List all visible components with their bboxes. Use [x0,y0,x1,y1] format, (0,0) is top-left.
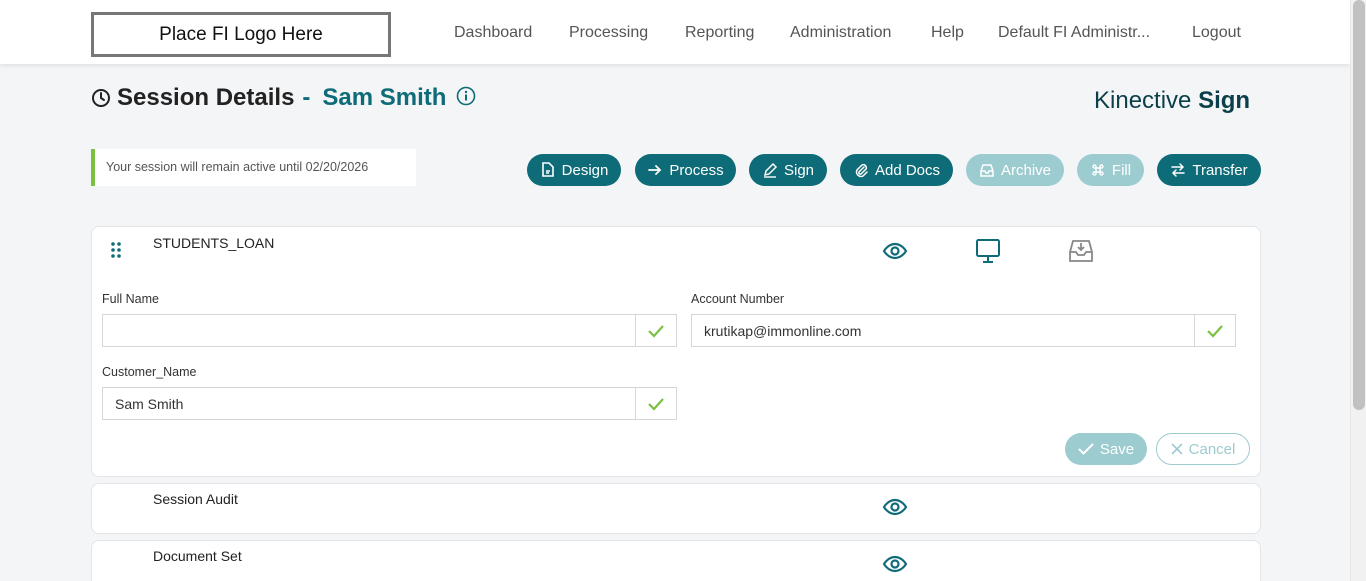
present-document-button[interactable] [975,237,1001,265]
view-document-set-button[interactable] [882,551,908,577]
nav-help[interactable]: Help [931,24,964,42]
cancel-label: Cancel [1188,440,1236,458]
page-title-row: Session Details - Sam Smith [91,84,476,112]
command-icon [1092,164,1104,176]
sign-button[interactable]: Sign [749,154,827,186]
customer-name-label: Customer_Name [102,365,197,379]
document-set-title: Document Set [153,548,242,564]
transfer-label: Transfer [1192,161,1248,179]
transfer-button[interactable]: Transfer [1157,154,1261,186]
archive-label: Archive [1000,161,1052,179]
document-edit-icon [541,162,554,177]
customer-name-title: Sam Smith [322,84,447,111]
check-icon [1207,324,1223,338]
session-audit-title: Session Audit [153,491,238,507]
design-button[interactable]: Design [527,154,621,186]
top-header: Place FI Logo Here Dashboard Processing … [0,0,1350,64]
process-button[interactable]: Process [635,154,736,186]
paperclip-icon [855,163,868,178]
customer-name-input[interactable]: Sam Smith [102,387,635,420]
monitor-icon [976,239,1000,263]
archive-icon [980,164,994,177]
session-audit-panel[interactable]: Session Audit [91,483,1261,534]
check-icon [648,397,664,411]
account-number-label: Account Number [691,292,785,306]
document-name: STUDENTS_LOAN [153,235,275,251]
brand-bold: Sign [1198,87,1251,114]
add-docs-button[interactable]: Add Docs [840,154,953,186]
nav-reporting[interactable]: Reporting [685,24,754,42]
eye-icon [882,242,908,260]
account-number-confirm-button[interactable] [1194,314,1236,347]
document-panel: STUDENTS_LOAN Full Name Account Number k… [91,226,1261,477]
eye-icon [882,555,908,573]
sign-label: Sign [783,161,815,179]
page-scrollbar[interactable] [1350,0,1366,581]
page-title: Session Details [117,84,295,111]
fi-logo-placeholder[interactable]: Place FI Logo Here [91,12,391,57]
clock-icon [92,89,110,107]
eye-icon [882,498,908,516]
title-separator: - [302,84,311,111]
drag-handle-icon[interactable] [109,241,123,259]
check-icon [648,324,664,338]
archive-button[interactable]: Archive [966,154,1064,186]
full-name-label: Full Name [102,292,159,306]
nav-processing[interactable]: Processing [569,24,648,42]
transfer-icon [1171,163,1186,177]
full-name-confirm-button[interactable] [635,314,677,347]
view-session-audit-button[interactable] [882,494,908,520]
info-icon[interactable] [456,86,476,106]
design-label: Design [561,161,609,179]
check-icon [1078,443,1094,455]
cancel-button[interactable]: Cancel [1156,433,1250,465]
scrollbar-thumb[interactable] [1353,0,1365,410]
fill-button[interactable]: Fill [1077,154,1144,186]
pen-icon [763,162,778,178]
full-name-input[interactable] [102,314,635,347]
account-number-input[interactable]: krutikap@immonline.com [691,314,1194,347]
nav-administration[interactable]: Administration [790,24,891,42]
kinective-sign-brand: Kinective Sign [1094,87,1250,115]
view-document-button[interactable] [882,238,908,264]
brand-light: Kinective [1094,87,1192,114]
save-label: Save [1099,440,1135,458]
document-set-panel[interactable]: Document Set [91,540,1261,581]
nav-dashboard[interactable]: Dashboard [454,24,532,42]
session-expiry-note: Your session will remain active until 02… [91,149,416,186]
arrow-right-icon [648,165,662,175]
process-label: Process [669,161,724,179]
nav-user-menu[interactable]: Default FI Administr... [998,24,1150,42]
add-docs-label: Add Docs [874,161,941,179]
nav-logout[interactable]: Logout [1192,24,1241,42]
save-button[interactable]: Save [1065,433,1147,465]
archive-document-button[interactable] [1068,237,1094,265]
close-icon [1171,443,1183,455]
fill-label: Fill [1111,161,1132,179]
inbox-download-icon [1069,240,1093,262]
customer-name-confirm-button[interactable] [635,387,677,420]
